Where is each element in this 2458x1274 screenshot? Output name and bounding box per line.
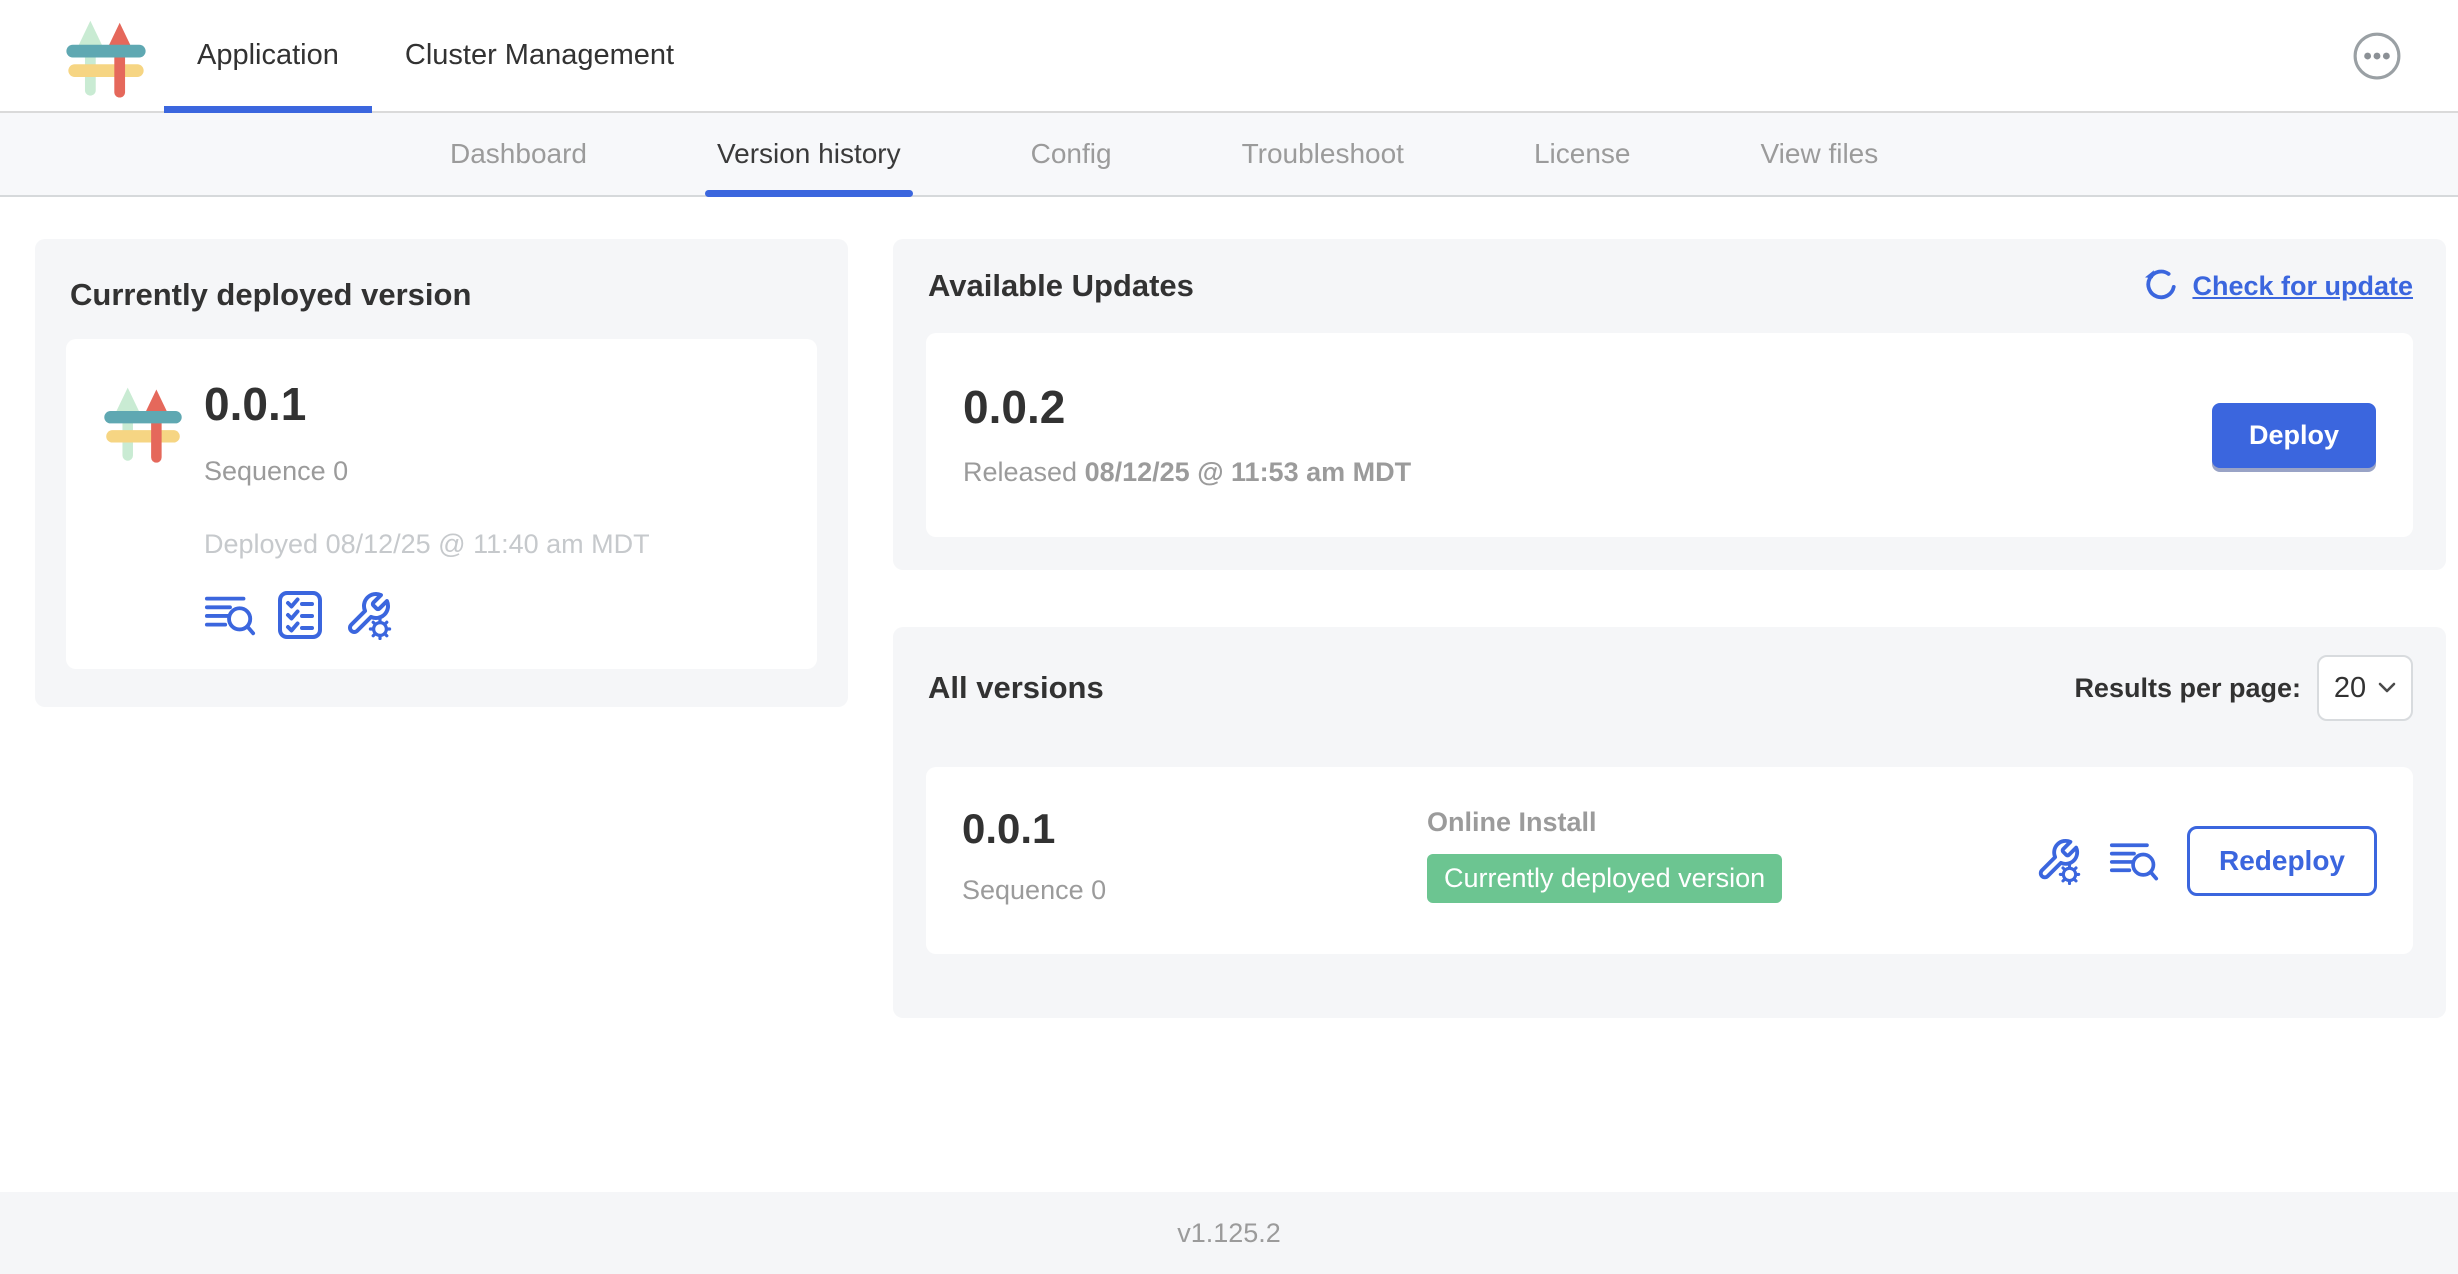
app-logo-icon (100, 379, 186, 465)
config-icon[interactable] (2035, 837, 2081, 885)
results-per-page-label: Results per page: (2074, 673, 2301, 704)
refresh-icon (2142, 267, 2180, 305)
deployed-timestamp: Deployed 08/12/25 @ 11:40 am MDT (204, 529, 650, 560)
tab-license[interactable]: License (1534, 113, 1631, 195)
ellipsis-circle-icon (2352, 31, 2402, 81)
right-column: Available Updates Check for update 0.0.2… (893, 239, 2446, 1018)
tab-label: Version history (717, 138, 901, 170)
overflow-menu-button[interactable] (2352, 0, 2402, 111)
row-version-details: 0.0.1 Sequence 0 (962, 807, 1427, 906)
results-per-page-value: 20 (2334, 672, 2366, 705)
console-version: v1.125.2 (1177, 1218, 1281, 1249)
tab-troubleshoot[interactable]: Troubleshoot (1242, 113, 1404, 195)
available-updates-title: Available Updates (928, 268, 1194, 304)
header-tabs: Application Cluster Management (164, 0, 707, 111)
results-per-page: Results per page: 20 (2074, 655, 2413, 721)
deployed-version-actions (204, 590, 650, 640)
released-timestamp: 08/12/25 @ 11:53 am MDT (1085, 457, 1412, 487)
view-logs-icon[interactable] (2109, 839, 2159, 883)
config-icon[interactable] (344, 590, 392, 640)
update-released-line: Released 08/12/25 @ 11:53 am MDT (963, 457, 1411, 488)
deployed-version-number: 0.0.1 (204, 379, 650, 430)
tab-dashboard[interactable]: Dashboard (450, 113, 587, 195)
check-for-update-link[interactable]: Check for update (2142, 267, 2413, 305)
check-for-update-label: Check for update (2192, 271, 2413, 302)
available-update-row: 0.0.2 Released 08/12/25 @ 11:53 am MDT D… (926, 333, 2413, 537)
header-tab-application[interactable]: Application (197, 0, 339, 111)
top-header: Application Cluster Management (0, 0, 2458, 113)
currently-deployed-card: Currently deployed version 0.0.1 Sequenc… (35, 239, 848, 707)
preflight-checks-icon[interactable] (278, 591, 322, 639)
all-versions-header: All versions Results per page: 20 (926, 655, 2413, 721)
row-actions: Redeploy (2035, 826, 2377, 896)
deployed-sequence: Sequence 0 (204, 456, 650, 487)
tab-version-history[interactable]: Version history (717, 113, 901, 195)
row-version-number: 0.0.1 (962, 807, 1427, 851)
version-row: 0.0.1 Sequence 0 Online Install Currentl… (926, 767, 2413, 954)
released-label: Released (963, 457, 1077, 487)
all-versions-card: All versions Results per page: 20 0.0.1 … (893, 627, 2446, 1018)
tab-label: Config (1031, 138, 1112, 170)
footer: v1.125.2 (0, 1192, 2458, 1274)
update-details: 0.0.2 Released 08/12/25 @ 11:53 am MDT (963, 382, 1411, 488)
results-per-page-select[interactable]: 20 (2317, 655, 2413, 721)
header-tab-label: Cluster Management (405, 39, 674, 72)
update-version-number: 0.0.2 (963, 382, 1411, 433)
tab-view-files[interactable]: View files (1760, 113, 1878, 195)
deploy-button[interactable]: Deploy (2212, 403, 2376, 468)
tab-config[interactable]: Config (1031, 113, 1112, 195)
chevron-down-icon (2378, 682, 2396, 694)
tab-label: License (1534, 138, 1631, 170)
deployed-version-panel: 0.0.1 Sequence 0 Deployed 08/12/25 @ 11:… (66, 339, 817, 669)
deployed-version-details: 0.0.1 Sequence 0 Deployed 08/12/25 @ 11:… (204, 379, 650, 645)
version-history-page: Currently deployed version 0.0.1 Sequenc… (0, 197, 2458, 1018)
app-subnav: Dashboard Version history Config Trouble… (0, 113, 2458, 197)
available-updates-header: Available Updates Check for update (926, 267, 2413, 305)
install-type-label: Online Install (1427, 807, 2035, 838)
available-updates-card: Available Updates Check for update 0.0.2… (893, 239, 2446, 570)
active-tab-underline (164, 106, 372, 113)
app-logo (62, 0, 150, 111)
row-install-info: Online Install Currently deployed versio… (1427, 807, 2035, 903)
currently-deployed-badge: Currently deployed version (1427, 854, 1782, 903)
deployed-card-title: Currently deployed version (70, 277, 817, 313)
tab-label: Troubleshoot (1242, 138, 1404, 170)
header-tab-label: Application (197, 39, 339, 72)
redeploy-button[interactable]: Redeploy (2187, 826, 2377, 896)
view-logs-icon[interactable] (204, 592, 256, 638)
active-tab-underline (705, 190, 913, 197)
tab-label: Dashboard (450, 138, 587, 170)
app-logo-icon (62, 12, 150, 100)
all-versions-title: All versions (928, 670, 1104, 706)
row-sequence: Sequence 0 (962, 875, 1427, 906)
tab-label: View files (1760, 138, 1878, 170)
header-tab-cluster-management[interactable]: Cluster Management (405, 0, 674, 111)
